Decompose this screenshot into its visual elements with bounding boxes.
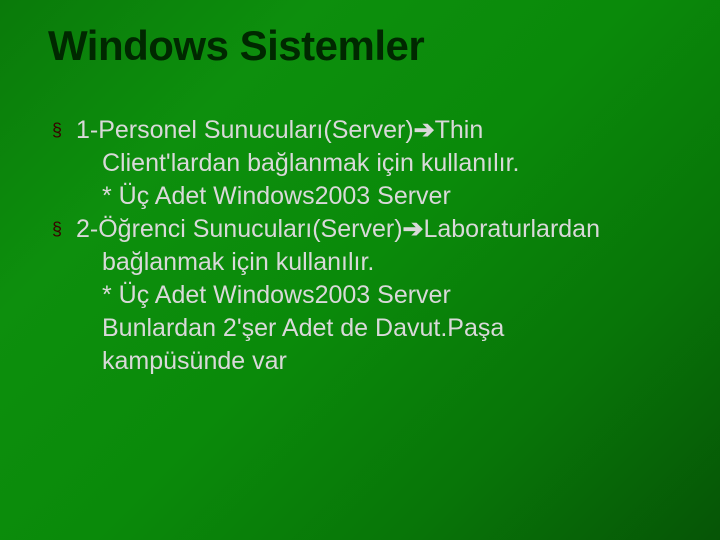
bullet-icon: § [52, 120, 62, 141]
arrow-right-icon: ➔ [414, 116, 435, 144]
text-segment: Thin [435, 116, 484, 144]
text-line: * Üç Adet Windows2003 Server [76, 279, 672, 312]
text-line: 1-Personel Sunucuları(Server)➔Thin [76, 114, 672, 147]
text-segment: Laboraturlardan [423, 215, 600, 243]
text-line: kampüsünde var [76, 345, 672, 378]
text-segment: 1-Personel Sunucuları(Server) [76, 116, 414, 144]
text-line: Bunlardan 2'şer Adet de Davut.Paşa [76, 312, 672, 345]
text-line: Client'lardan bağlanmak için kullanılır. [76, 147, 672, 180]
body-line-1: § 1-Personel Sunucuları(Server)➔Thin [76, 114, 672, 147]
text-line: 2-Öğrenci Sunucuları(Server)➔Laboraturla… [76, 213, 672, 246]
arrow-right-icon: ➔ [403, 215, 424, 243]
slide: Windows Sistemler § 1-Personel Sunucular… [0, 0, 720, 540]
slide-body: § 1-Personel Sunucuları(Server)➔Thin Cli… [48, 114, 672, 378]
text-line: * Üç Adet Windows2003 Server [76, 180, 672, 213]
bullet-icon: § [52, 219, 62, 240]
body-line-4: § 2-Öğrenci Sunucuları(Server)➔Laboratur… [76, 213, 672, 246]
text-segment: 2-Öğrenci Sunucuları(Server) [76, 215, 403, 243]
slide-title: Windows Sistemler [48, 22, 672, 70]
text-line: bağlanmak için kullanılır. [76, 246, 672, 279]
